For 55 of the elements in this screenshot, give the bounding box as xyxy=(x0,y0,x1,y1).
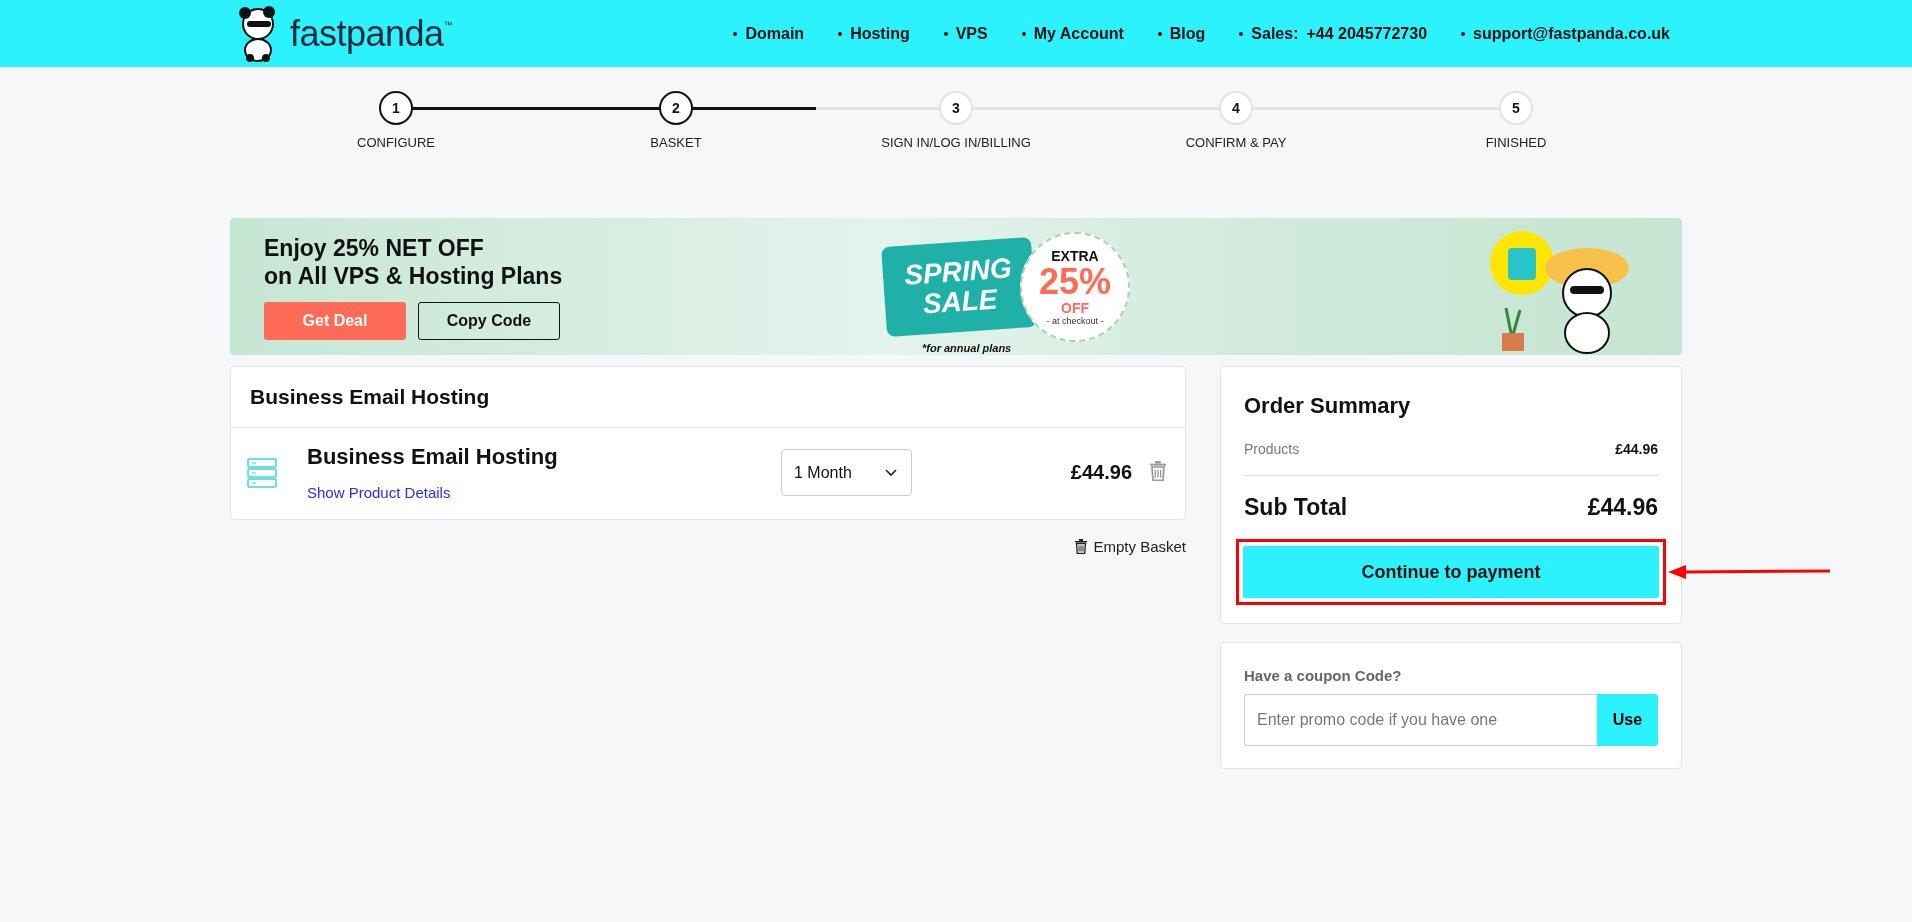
product-name: Business Email Hosting xyxy=(307,444,559,470)
bullet-icon xyxy=(1021,31,1026,36)
bullet-icon xyxy=(838,31,843,36)
trademark-sign: ™ xyxy=(443,19,453,30)
nav-link[interactable]: Hosting xyxy=(850,24,910,43)
subtotal-value: £44.96 xyxy=(1587,494,1658,521)
copy-code-button[interactable]: Copy Code xyxy=(418,301,560,340)
delete-button[interactable] xyxy=(1150,461,1166,484)
bullet-icon xyxy=(1461,31,1466,36)
nav-link[interactable]: Blog xyxy=(1169,24,1206,43)
chevron-down-icon xyxy=(885,468,897,477)
use-button[interactable]: Use xyxy=(1597,694,1658,746)
empty-basket-button[interactable]: Empty Basket xyxy=(1075,538,1186,555)
nav-link[interactable]: My Account xyxy=(1033,24,1124,43)
checkout-note: - at checkout - xyxy=(1046,315,1104,326)
step-number: 1 xyxy=(379,91,413,125)
sale-tag: SPRING SALE xyxy=(881,236,1037,337)
product-price: £44.96 xyxy=(1070,461,1132,484)
trash-icon xyxy=(1150,461,1166,481)
bullet-icon xyxy=(943,31,948,36)
phone-link[interactable]: +44 2045772730 xyxy=(1306,24,1428,43)
step-number: 4 xyxy=(1219,91,1253,125)
bullet-icon xyxy=(1157,31,1162,36)
nav-link[interactable]: Domain xyxy=(745,24,805,43)
bullet-icon xyxy=(733,31,738,36)
annual-plans-note: *for annual plans xyxy=(922,341,1012,354)
promo-headline: Enjoy 25% NET OFF on All VPS & Hosting Plans xyxy=(264,233,564,290)
product-details-link[interactable]: Show Product Details xyxy=(307,484,451,501)
summary-value: £44.96 xyxy=(1615,441,1658,457)
step-label: CONFIRM & PAY xyxy=(1185,135,1287,150)
step-label: CONFIGURE xyxy=(357,135,435,150)
off-label: OFF xyxy=(1061,299,1089,316)
coupon-label: Have a coupon Code? xyxy=(1244,667,1403,684)
subtotal-label: Sub Total xyxy=(1244,494,1348,521)
continue-to-payment-button[interactable]: Continue to payment xyxy=(1243,546,1659,598)
promo-code-field[interactable]: Enter promo code if you have one xyxy=(1244,694,1597,746)
bullet-icon xyxy=(1239,31,1244,36)
step-number: 2 xyxy=(659,91,693,125)
step-label: SIGN IN/LOG IN/BILLING xyxy=(881,135,1031,150)
extra-label: EXTRA xyxy=(1051,247,1099,264)
step-number: 5 xyxy=(1499,91,1533,125)
basket-title: Business Email Hosting xyxy=(231,367,1185,428)
nav-link[interactable]: VPS xyxy=(955,24,988,43)
summary-title: Order Summary xyxy=(1244,393,1412,419)
step-label: FINISHED xyxy=(1485,135,1547,150)
email-link[interactable]: support@fastpanda.co.uk xyxy=(1473,24,1670,43)
server-icon xyxy=(247,457,277,488)
brand-name: fastpanda xyxy=(290,12,444,55)
trash-icon xyxy=(1075,539,1088,554)
discount-percent: 25% xyxy=(1038,263,1112,300)
step-number: 3 xyxy=(939,91,973,125)
sales-label: Sales: xyxy=(1251,24,1299,43)
step-label: BASKET xyxy=(650,135,702,150)
billing-period-select[interactable]: 1 Month xyxy=(781,449,912,496)
summary-label: Products xyxy=(1244,441,1300,457)
